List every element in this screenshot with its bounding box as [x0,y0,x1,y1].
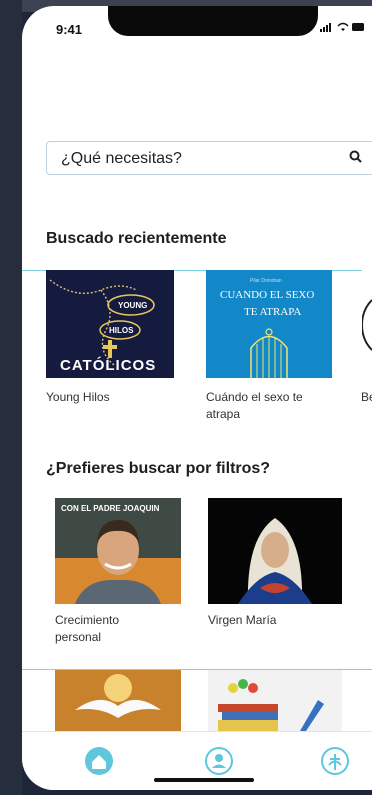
recent-card-label: Young Hilos [46,390,110,404]
notch [108,6,318,36]
profile-icon[interactable] [204,746,234,776]
battery-icon [352,23,366,35]
filter-card-estudio[interactable] [208,670,342,731]
recent-card-partial[interactable] [362,270,372,378]
signal-icon [319,23,337,35]
cover-text-catolicos: CATÓLICOS [60,357,157,374]
faith-icon[interactable] [320,746,350,776]
device-frame-left [0,0,22,795]
recent-card-young-hilos[interactable]: YOUNG HILOS CATÓLICOS [46,270,174,378]
dove-image [55,670,181,731]
person-portrait [55,498,181,604]
filter-card-crecimiento[interactable]: CON EL PADRE JOAQUIN [55,498,181,604]
search-icon[interactable] [347,148,365,166]
status-time: 9:41 [56,22,83,37]
wifi-icon [337,22,352,35]
home-icon[interactable] [84,746,114,776]
cover-text-hilos: HILOS [109,326,134,335]
recent-card-label: Be [361,390,372,404]
phone-screen: 9:41 ¿Qué necesitas? Buscado recientemen… [22,6,372,790]
recent-section-title: Buscado recientemente [46,230,227,247]
books-image [208,670,342,731]
virgin-mary-image [208,498,342,604]
filter-card-espiritu[interactable] [55,670,181,731]
cover-text-padre: CON EL PADRE JOAQUIN [61,504,160,513]
search-input[interactable]: ¿Qué necesitas? [46,141,372,175]
filter-card-virgen[interactable] [208,498,342,604]
recent-card-sexo[interactable]: Pilar Donoban CUANDO EL SEXO TE ATRAPA [206,270,332,378]
filters-section-title: ¿Prefieres buscar por filtros? [46,460,271,477]
filter-card-label: Crecimiento personal [55,613,120,644]
cover-text-young: YOUNG [118,301,148,310]
filter-card-label: Virgen María [208,613,277,627]
search-placeholder: ¿Qué necesitas? [61,150,182,167]
status-icons [319,22,366,35]
recent-card-label: Cuándo el sexo te atrapa [206,390,303,421]
birdcage-illustration [250,328,288,378]
home-indicator [154,778,254,782]
